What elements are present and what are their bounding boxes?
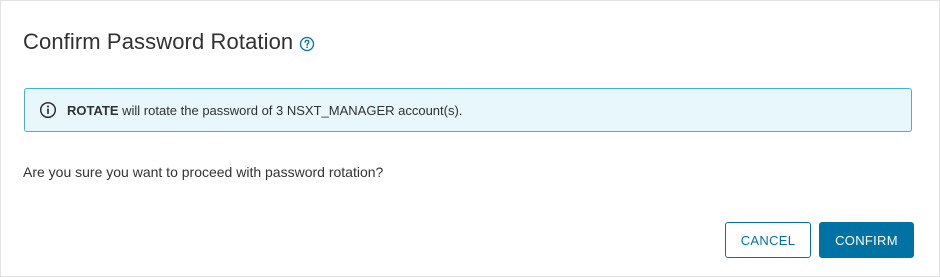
alert-message-text: will rotate the password of 3 NSXT_MANAG… <box>118 102 463 118</box>
confirmation-question: Are you sure you want to proceed with pa… <box>23 164 384 180</box>
confirm-button[interactable]: CONFIRM <box>819 222 914 258</box>
dialog-header: Confirm Password Rotation <box>23 29 315 55</box>
info-circle-icon <box>39 101 57 119</box>
dialog-title: Confirm Password Rotation <box>23 29 294 54</box>
alert-message: ROTATE will rotate the password of 3 NSX… <box>67 103 462 118</box>
info-alert: ROTATE will rotate the password of 3 NSX… <box>24 88 912 132</box>
confirm-password-rotation-dialog: Confirm Password Rotation ROTATE will ro… <box>0 0 940 277</box>
help-circle-icon[interactable] <box>299 36 315 52</box>
alert-action-name: ROTATE <box>67 102 119 118</box>
cancel-button[interactable]: CANCEL <box>725 222 811 258</box>
